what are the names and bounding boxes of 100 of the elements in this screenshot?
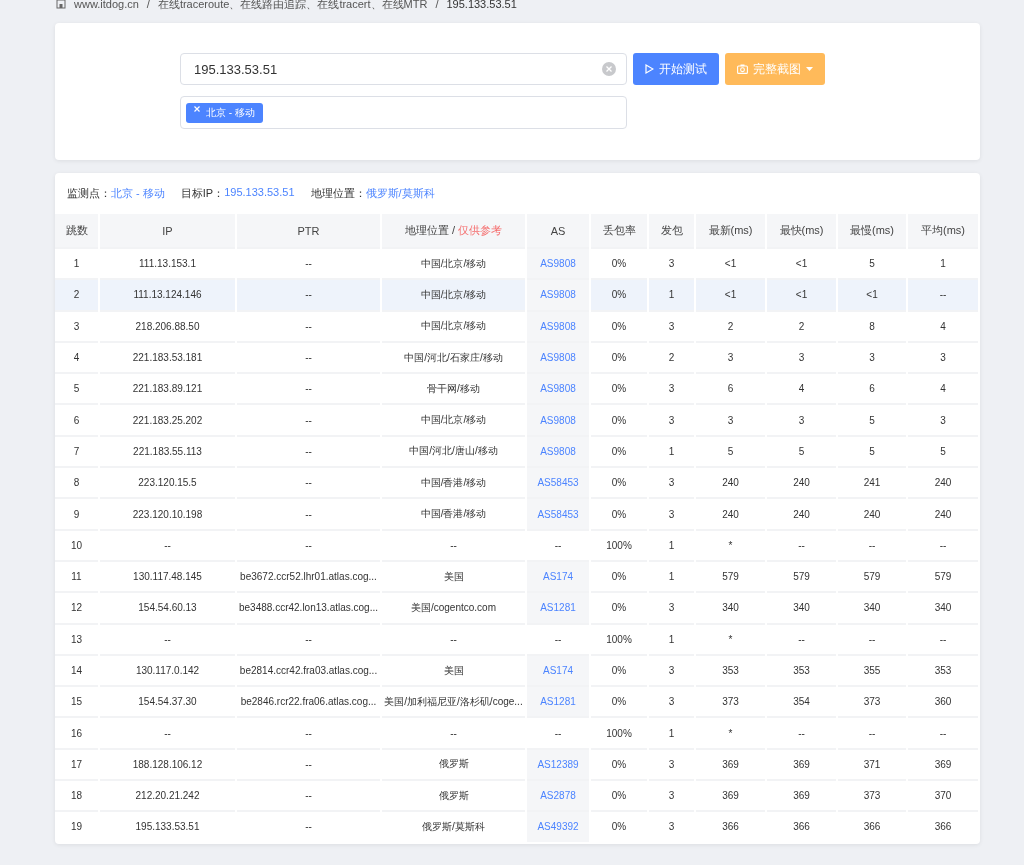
table-cell: -- — [237, 372, 380, 404]
table-cell: 354 — [767, 685, 836, 717]
table-cell: 4 — [908, 309, 978, 341]
table-cell: 俄罗斯/莫斯科 — [382, 810, 525, 842]
table-cell: 5 — [55, 372, 98, 404]
table-cell: 369 — [767, 779, 836, 811]
table-cell: 373 — [838, 779, 906, 811]
table-cell: 366 — [696, 810, 765, 842]
table-cell: 5 — [838, 403, 906, 435]
as-link[interactable]: AS174 — [527, 559, 589, 592]
table-cell: -- — [767, 716, 836, 748]
column-header: 地理位置 / 仅供参考 — [382, 214, 525, 247]
table-cell: -- — [237, 497, 380, 529]
table-cell: 17 — [55, 747, 98, 780]
as-link[interactable]: AS9808 — [527, 434, 589, 467]
as-link[interactable]: AS58453 — [527, 466, 589, 498]
node-select-field[interactable]: 北京 - 移动 — [180, 96, 627, 129]
table-cell: 5 — [767, 434, 836, 467]
table-cell: 579 — [767, 559, 836, 592]
close-icon[interactable] — [194, 105, 200, 112]
as-link[interactable]: AS2878 — [527, 779, 589, 811]
table-cell: 353 — [908, 653, 978, 686]
table-cell: 4 — [767, 372, 836, 404]
table-cell: 221.183.89.121 — [100, 372, 235, 404]
table-cell: 11 — [55, 559, 98, 592]
as-link[interactable]: AS9808 — [527, 278, 589, 310]
table-cell: 240 — [908, 466, 978, 498]
table-cell: be3488.ccr42.lon13.atlas.cog... — [237, 591, 380, 623]
as-link[interactable]: AS9808 — [527, 340, 589, 373]
table-cell: -- — [838, 528, 906, 560]
table-cell: 俄罗斯 — [382, 747, 525, 780]
as-link[interactable]: AS9808 — [527, 309, 589, 341]
table-cell: 366 — [908, 810, 978, 842]
table-cell: -- — [237, 716, 380, 748]
table-cell: 6 — [55, 403, 98, 435]
table-cell: 0% — [591, 591, 647, 623]
table-cell: 340 — [767, 591, 836, 623]
node-tag[interactable]: 北京 - 移动 — [186, 102, 263, 123]
summary-value: 北京 - 移动 — [111, 186, 165, 201]
table-cell: 1 — [649, 278, 694, 310]
breadcrumb-separator: / — [435, 0, 439, 11]
as-link[interactable]: AS1281 — [527, 685, 589, 717]
table-cell: 3 — [649, 309, 694, 341]
table-cell: 6 — [838, 372, 906, 404]
table-cell: 221.183.53.181 — [100, 340, 235, 373]
table-cell: -- — [838, 622, 906, 654]
table-cell: 1 — [55, 247, 98, 279]
breadcrumb-link[interactable]: www.itdog.cn — [74, 0, 139, 11]
table-cell: 369 — [908, 747, 978, 780]
table-cell: 4 — [55, 340, 98, 373]
table-cell: -- — [382, 528, 525, 560]
table-cell: 1 — [908, 247, 978, 279]
as-link[interactable]: AS12389 — [527, 747, 589, 780]
table-cell: 111.13.153.1 — [100, 247, 235, 279]
table-cell: 3 — [649, 747, 694, 780]
table-cell: -- — [908, 622, 978, 654]
as-link[interactable]: AS9808 — [527, 247, 589, 279]
table-cell: 370 — [908, 779, 978, 811]
table-cell: 3 — [649, 685, 694, 717]
as-link[interactable]: AS49392 — [527, 810, 589, 842]
table-cell: 3 — [649, 779, 694, 811]
table-cell: 4 — [908, 372, 978, 404]
table-cell: * — [696, 716, 765, 748]
table-cell: 100% — [591, 528, 647, 560]
table-cell: 240 — [696, 497, 765, 529]
breadcrumb-separator: / — [146, 0, 150, 11]
as-link[interactable]: AS9808 — [527, 372, 589, 404]
table-cell: 2 — [55, 278, 98, 310]
table-cell: -- — [237, 747, 380, 780]
as-link[interactable]: AS9808 — [527, 403, 589, 435]
table-cell: -- — [237, 309, 380, 341]
table-cell: 3 — [838, 340, 906, 373]
target-input[interactable]: 195.133.53.51 — [180, 53, 627, 85]
table-cell: 5 — [908, 434, 978, 467]
table-cell: 240 — [696, 466, 765, 498]
table-cell: 5 — [838, 434, 906, 467]
table-cell: -- — [237, 403, 380, 435]
table-cell: 369 — [696, 779, 765, 811]
table-cell: 154.54.37.30 — [100, 685, 235, 717]
table-cell: 355 — [838, 653, 906, 686]
table-cell: 中国/北京/移动 — [382, 403, 525, 435]
table-cell: be3672.ccr52.lhr01.atlas.cog... — [237, 559, 380, 592]
table-cell: 340 — [838, 591, 906, 623]
table-cell: 3 — [649, 466, 694, 498]
as-link[interactable]: AS1281 — [527, 591, 589, 623]
table-cell: 3 — [649, 497, 694, 529]
as-link[interactable]: AS174 — [527, 653, 589, 686]
table-cell: 1 — [649, 622, 694, 654]
start-test-button[interactable]: 开始测试 — [633, 53, 719, 85]
table-cell: 9 — [55, 497, 98, 529]
play-icon — [645, 64, 654, 74]
table-cell: 579 — [838, 559, 906, 592]
table-cell: -- — [237, 278, 380, 310]
table-cell: 366 — [767, 810, 836, 842]
table-cell: 美国 — [382, 559, 525, 592]
table-cell: 1 — [649, 716, 694, 748]
table-cell: 353 — [696, 653, 765, 686]
table-cell: 中国/香港/移动 — [382, 497, 525, 529]
as-link[interactable]: AS58453 — [527, 497, 589, 529]
column-header: IP — [100, 214, 235, 247]
